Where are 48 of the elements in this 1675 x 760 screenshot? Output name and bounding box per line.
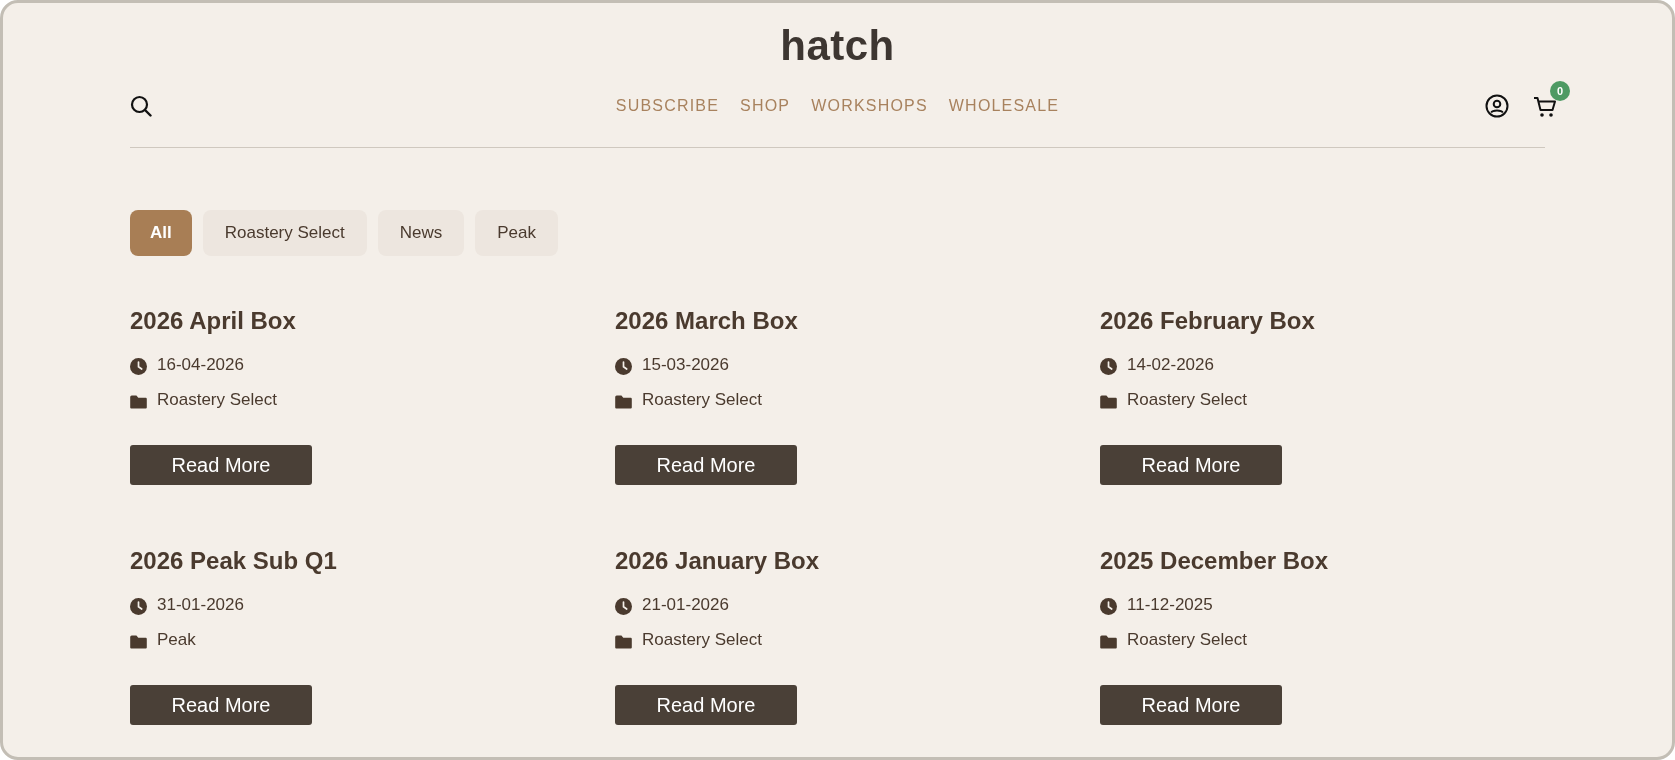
read-more-button[interactable]: Read More — [615, 685, 797, 725]
read-more-button[interactable]: Read More — [1100, 685, 1282, 725]
search-button[interactable] — [130, 95, 152, 117]
read-more-button[interactable]: Read More — [130, 685, 312, 725]
folder-icon — [615, 634, 632, 649]
clock-icon — [615, 358, 632, 375]
clock-icon — [1100, 358, 1117, 375]
folder-icon — [130, 634, 147, 649]
post-title[interactable]: 2026 February Box — [1100, 306, 1315, 336]
post-date: 11-12-2025 — [1127, 594, 1213, 616]
cart-button[interactable] — [1533, 95, 1557, 118]
filter-tab[interactable]: News — [377, 210, 465, 256]
folder-icon — [615, 394, 632, 409]
post-title[interactable]: 2026 April Box — [130, 306, 296, 336]
post-date: 16-04-2026 — [157, 354, 244, 376]
post-category: Roastery Select — [157, 389, 277, 411]
filter-tab[interactable]: Roastery Select — [202, 210, 367, 256]
post-title[interactable]: 2026 January Box — [615, 546, 820, 576]
post-category: Roastery Select — [1127, 629, 1247, 651]
post-category: Peak — [157, 629, 196, 651]
account-button[interactable] — [1485, 94, 1509, 118]
brand-logo[interactable]: hatch — [780, 22, 895, 69]
post-date: 21-01-2026 — [642, 594, 729, 616]
post-date: 31-01-2026 — [157, 594, 244, 616]
post-title[interactable]: 2026 Peak Sub Q1 — [130, 546, 337, 576]
read-more-button[interactable]: Read More — [1100, 445, 1282, 485]
post-date: 14-02-2026 — [1127, 354, 1214, 376]
post-date: 15-03-2026 — [642, 354, 729, 376]
folder-icon — [130, 394, 147, 409]
clock-icon — [615, 598, 632, 615]
folder-icon — [1100, 634, 1117, 649]
folder-icon — [1100, 394, 1117, 409]
clock-icon — [130, 358, 147, 375]
read-more-button[interactable]: Read More — [615, 445, 797, 485]
cart-icon — [1533, 95, 1557, 118]
clock-icon — [130, 598, 147, 615]
filter-tab[interactable]: All — [130, 210, 192, 256]
clock-icon — [1100, 598, 1117, 615]
read-more-button[interactable]: Read More — [130, 445, 312, 485]
post-category: Roastery Select — [642, 629, 762, 651]
cart-count-badge: 0 — [1550, 81, 1570, 101]
post-title[interactable]: 2026 March Box — [615, 306, 798, 336]
search-icon — [130, 95, 152, 117]
user-icon — [1485, 94, 1509, 118]
filter-tab[interactable]: Peak — [475, 210, 558, 256]
post-category: Roastery Select — [642, 389, 762, 411]
post-title[interactable]: 2025 December Box — [1100, 546, 1329, 576]
post-category: Roastery Select — [1127, 389, 1247, 411]
